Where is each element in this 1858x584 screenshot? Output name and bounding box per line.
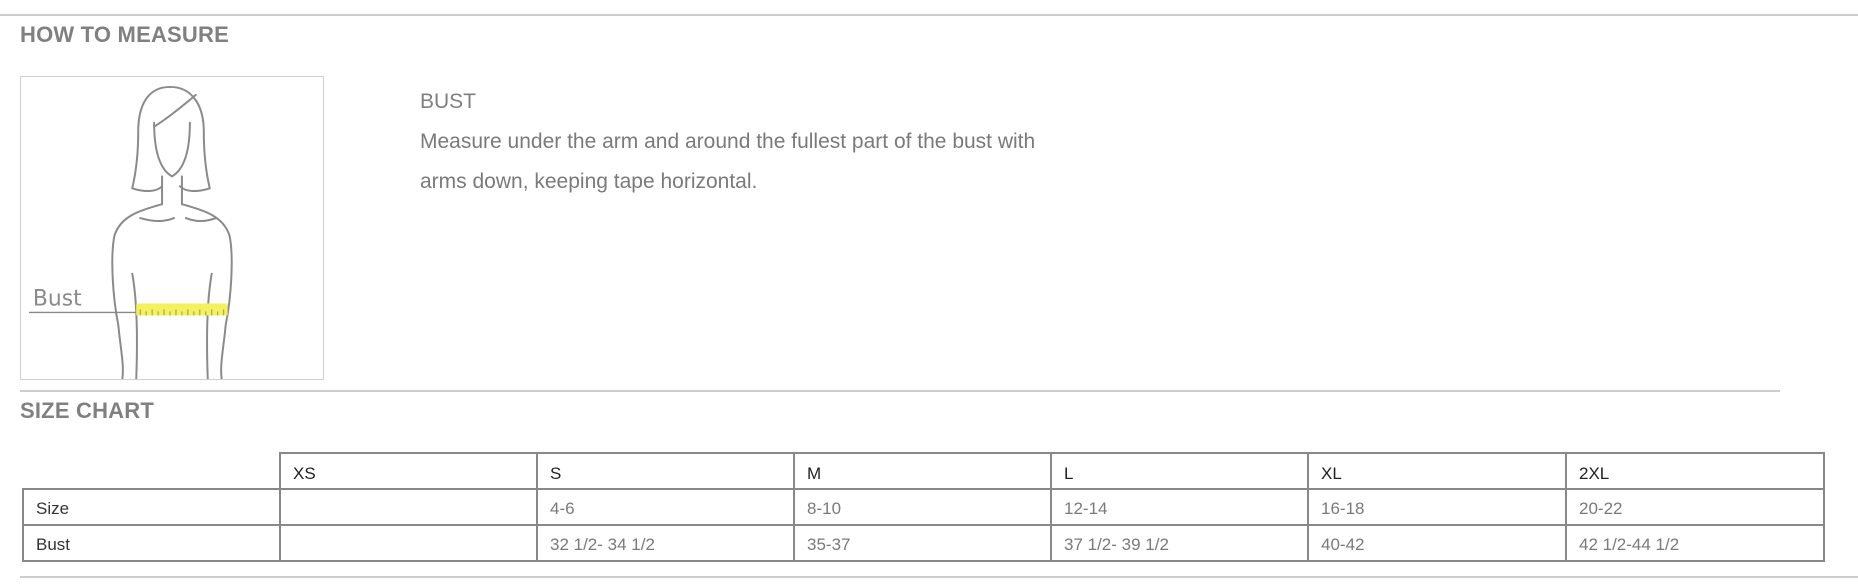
table-cell: 12-14 [1050, 488, 1309, 526]
column-header: S [536, 452, 795, 490]
table-row: Bust 32 1/2- 34 1/2 35-37 37 1/2- 39 1/2… [22, 524, 1825, 562]
table-cell: 35-37 [793, 524, 1052, 562]
table-cell: 16-18 [1307, 488, 1567, 526]
section-divider [20, 390, 1780, 392]
bust-measurement-figure: Bust [20, 76, 324, 380]
woman-outline-icon: Bust [28, 85, 233, 379]
table-corner-cell [23, 453, 281, 490]
table-cell [279, 524, 538, 562]
table-cell: 32 1/2- 34 1/2 [536, 524, 795, 562]
column-header: XS [279, 452, 538, 490]
measure-description: Measure under the arm and around the ful… [420, 130, 1036, 193]
size-chart-title: SIZE CHART [20, 398, 154, 423]
row-label: Size [22, 488, 281, 526]
table-cell: 40-42 [1307, 524, 1567, 562]
size-chart-table: XS S M L XL 2XL Size 4-6 8-10 12-14 16-1… [22, 452, 1825, 562]
column-header: XL [1307, 452, 1567, 490]
column-header: M [793, 452, 1052, 490]
how-to-measure-title: HOW TO MEASURE [20, 22, 229, 47]
column-header: 2XL [1565, 452, 1825, 490]
table-cell [279, 488, 538, 526]
bottom-divider [20, 576, 1858, 578]
column-header: L [1050, 452, 1309, 490]
table-header-row: XS S M L XL 2XL [23, 452, 1825, 490]
bust-figure-label: Bust [33, 286, 82, 311]
measure-heading: BUST [420, 90, 477, 113]
table-cell: 8-10 [793, 488, 1052, 526]
table-row: Size 4-6 8-10 12-14 16-18 20-22 [22, 488, 1825, 526]
row-label: Bust [22, 524, 281, 562]
table-cell: 42 1/2-44 1/2 [1565, 524, 1825, 562]
measure-instructions: BUST Measure under the arm and around th… [420, 82, 1120, 202]
table-cell: 20-22 [1565, 488, 1825, 526]
table-cell: 37 1/2- 39 1/2 [1050, 524, 1309, 562]
top-divider [0, 14, 1858, 16]
table-cell: 4-6 [536, 488, 795, 526]
